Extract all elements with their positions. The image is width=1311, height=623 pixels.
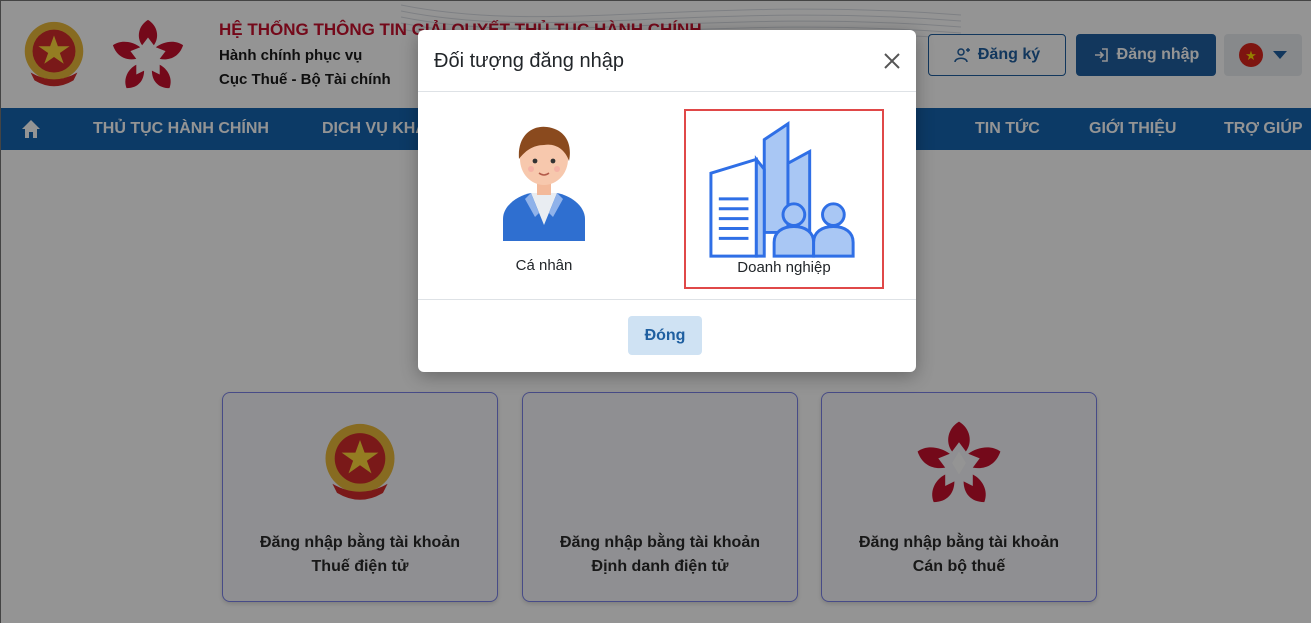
close-icon[interactable] <box>882 51 902 71</box>
building-icon <box>709 121 855 258</box>
login-type-dialog: Đối tượng đăng nhập Cá nhân Doanh nghiệp… <box>418 30 916 372</box>
option-personal[interactable]: Cá nhân <box>444 109 644 289</box>
option-business-label: Doanh nghiệp <box>737 259 831 276</box>
close-dialog-button[interactable]: Đóng <box>628 316 702 355</box>
dialog-footer: Đóng <box>418 300 916 372</box>
option-personal-label: Cá nhân <box>515 257 573 274</box>
dialog-body: Cá nhân Doanh nghiệp <box>418 92 916 300</box>
option-business[interactable]: Doanh nghiệp <box>684 109 884 289</box>
person-icon <box>503 126 585 241</box>
dialog-header: Đối tượng đăng nhập <box>418 30 916 92</box>
dialog-title: Đối tượng đăng nhập <box>434 50 624 72</box>
